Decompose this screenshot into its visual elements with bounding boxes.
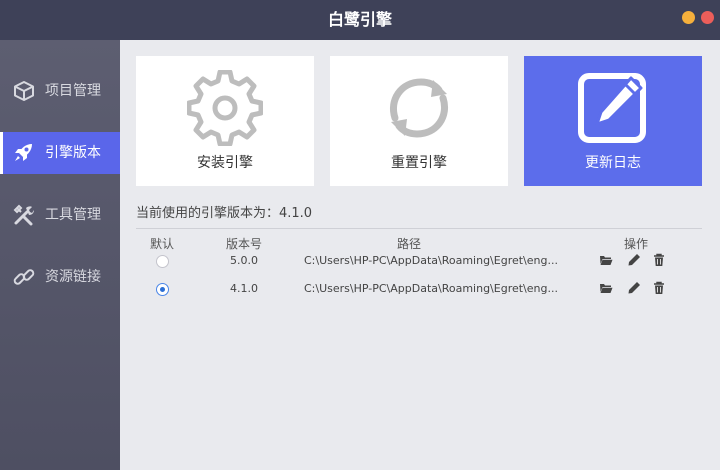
sidebar: 项目管理 引擎版本 工具管理 资源链接	[0, 40, 120, 470]
path-cell: C:\Users\HP-PC\AppData\Roaming\Egret\eng…	[304, 282, 558, 295]
update-log-button[interactable]: 更新日志	[524, 56, 702, 186]
default-radio[interactable]	[156, 255, 169, 268]
refresh-icon	[390, 78, 448, 138]
version-cell: 4.1.0	[230, 282, 258, 295]
card-label: 更新日志	[585, 155, 641, 171]
edit-log-icon	[578, 73, 646, 143]
link-icon	[13, 269, 35, 285]
gear-icon	[187, 70, 263, 146]
default-radio[interactable]	[156, 283, 169, 296]
header-default: 默认	[150, 237, 175, 251]
rocket-icon	[15, 144, 32, 161]
header-version: 版本号	[226, 237, 263, 251]
trash-icon[interactable]	[652, 281, 666, 295]
edit-icon[interactable]	[627, 281, 641, 295]
sidebar-item-label: 项目管理	[45, 83, 101, 99]
current-version-text: 当前使用的引擎版本为：4.1.0	[136, 206, 313, 221]
cube-icon	[14, 81, 34, 101]
close-button[interactable]	[701, 11, 714, 24]
tools-icon	[13, 204, 34, 226]
window-title: 白鹭引擎	[327, 10, 392, 29]
card-label: 重置引擎	[391, 155, 447, 171]
trash-icon[interactable]	[652, 253, 666, 267]
title-bar: 白鹭引擎	[0, 0, 720, 40]
version-cell: 5.0.0	[230, 254, 258, 267]
card-label: 安装引擎	[197, 155, 253, 171]
divider	[136, 228, 702, 229]
header-path: 路径	[397, 237, 422, 251]
sidebar-item-resource-links[interactable]: 资源链接	[0, 256, 120, 298]
path-cell: C:\Users\HP-PC\AppData\Roaming\Egret\eng…	[304, 254, 558, 267]
header-operations: 操作	[624, 237, 649, 251]
sidebar-item-tools[interactable]: 工具管理	[0, 194, 120, 236]
edit-icon[interactable]	[627, 253, 641, 267]
sidebar-item-label: 引擎版本	[45, 145, 101, 161]
main-panel: 安装引擎 重置引擎 更新日志 当前使用的引擎版本为：4.1.0 默认 版本号 路…	[120, 40, 720, 470]
sidebar-item-engine-versions[interactable]: 引擎版本	[0, 132, 120, 174]
folder-open-icon[interactable]	[599, 281, 613, 295]
sidebar-item-label: 工具管理	[45, 207, 101, 223]
folder-open-icon[interactable]	[599, 253, 613, 267]
sidebar-item-label: 资源链接	[45, 269, 101, 285]
sidebar-item-projects[interactable]: 项目管理	[0, 70, 120, 112]
reset-engine-button[interactable]: 重置引擎	[330, 56, 508, 186]
install-engine-button[interactable]: 安装引擎	[136, 56, 314, 186]
minimize-button[interactable]	[682, 11, 695, 24]
